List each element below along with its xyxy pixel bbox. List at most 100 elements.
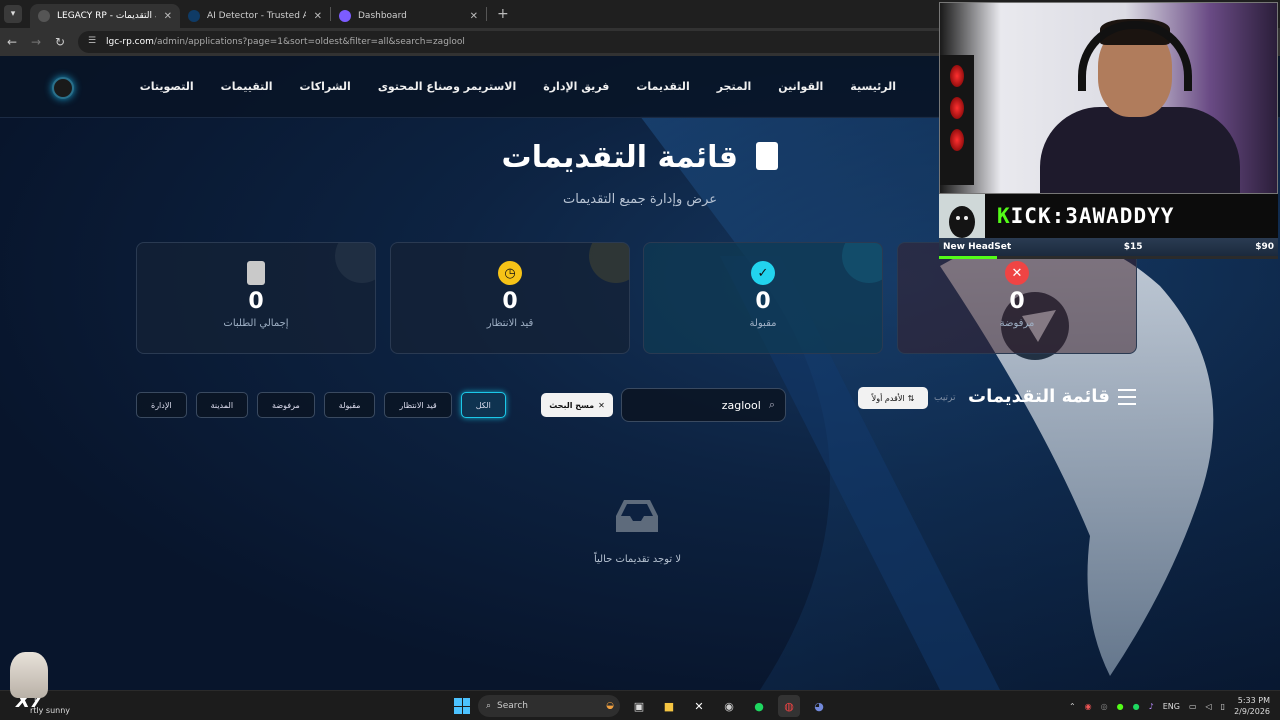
xbox-icon[interactable]: ✕ [688, 695, 710, 717]
taskbar-apps: ⌕ Search ◒ ▣ ■ ✕ ◉ ● ◍ ◕ [454, 695, 830, 717]
goal-progress-fill [939, 256, 997, 259]
search-value: zaglool [721, 398, 761, 412]
stat-value: 0 [502, 289, 518, 314]
search-icon: ⌕ [486, 701, 492, 711]
donation-goal: New HeadSet $15 $90 [939, 238, 1278, 256]
filter-buttons: الإدارة المدينة مرفوضة مقبولة قيد الانتظ… [136, 392, 506, 418]
filter-pending[interactable]: قيد الانتظار [384, 392, 452, 418]
x-icon: ✕ [1005, 261, 1029, 285]
site-info-icon[interactable]: ☰ [88, 36, 100, 48]
app-tray-icon[interactable]: ◎ [1101, 702, 1108, 711]
tab-ai-detector[interactable]: AI Detector - Trusted AI Checke ✕ [180, 4, 330, 28]
tab-legacy-rp[interactable]: LEGACY RP - قائمة التقديمات ✕ [30, 4, 180, 28]
list-title: قائمة التقديمات [968, 386, 1136, 407]
tab-close-icon[interactable]: ✕ [156, 11, 172, 22]
filter-city[interactable]: المدينة [195, 392, 249, 418]
discord-icon[interactable]: ◕ [808, 695, 830, 717]
nav-admin-team[interactable]: فريق الإدارة [543, 80, 609, 93]
tab-close-icon[interactable]: ✕ [306, 11, 322, 22]
mic-icon[interactable]: ♪ [1149, 702, 1154, 711]
windows-start-icon[interactable] [454, 698, 470, 714]
list-icon [1117, 388, 1136, 405]
stat-value: 0 [248, 289, 264, 314]
tab-title: LEGACY RP - قائمة التقديمات [57, 11, 156, 21]
nav-rules[interactable]: القوانين [778, 80, 823, 93]
streamer-body [1040, 107, 1240, 193]
nav-applications[interactable]: التقديمات [636, 80, 689, 93]
clock-date: 2/9/2026 [1234, 707, 1270, 716]
network-icon[interactable]: ▭ [1189, 702, 1197, 711]
site-logo[interactable] [52, 77, 74, 99]
app-tray-icon[interactable]: ◉ [1085, 702, 1092, 711]
clear-search-label: مسح البحث [549, 400, 595, 410]
volume-icon[interactable]: ◁ [1206, 702, 1212, 711]
spotify-icon[interactable]: ● [748, 695, 770, 717]
forward-icon[interactable]: → [24, 35, 48, 49]
nav-reviews[interactable]: التقييمات [221, 80, 273, 93]
filter-admin[interactable]: الإدارة [136, 392, 187, 418]
clear-search-button[interactable]: مسح البحث ✕ [541, 393, 613, 417]
file-explorer-icon[interactable]: ■ [658, 695, 680, 717]
sort-label: ترتيب [934, 393, 956, 403]
app-tray-icon[interactable]: ● [1117, 702, 1124, 711]
goal-progress-bar [939, 256, 1278, 259]
stat-label: مرفوضة [999, 318, 1035, 329]
check-icon: ✓ [751, 261, 775, 285]
sort-select[interactable]: الأقدم أولاً ⇅ [858, 387, 928, 409]
webcam-overlay [939, 2, 1278, 194]
tab-separator [486, 7, 487, 21]
tab-dashboard[interactable]: Dashboard ✕ [331, 4, 486, 28]
kick-channel-name: KICK:3AWADDYY [997, 204, 1174, 228]
goal-target: $90 [1255, 242, 1274, 252]
clock[interactable]: 5:33 PM 2/9/2026 [1234, 695, 1270, 717]
nav-partners[interactable]: الشراكات [300, 80, 351, 93]
stat-label: مقبولة [749, 318, 777, 329]
search-input[interactable]: zaglool ⌕ [621, 388, 786, 422]
reload-icon[interactable]: ↻ [48, 35, 72, 49]
tab-title: AI Detector - Trusted AI Checke [207, 11, 306, 21]
goal-name: New HeadSet [943, 242, 1012, 252]
pizza-icon: ◒ [606, 701, 614, 711]
nav-home[interactable]: الرئيسية [850, 80, 896, 93]
url-path: /admin/applications?page=1&sort=oldest&f… [153, 37, 465, 47]
task-view-icon[interactable]: ▣ [628, 695, 650, 717]
tab-close-icon[interactable]: ✕ [462, 11, 478, 22]
spotify-tray-icon[interactable]: ● [1133, 702, 1140, 711]
stat-label: قيد الانتظار [486, 318, 534, 329]
filter-accepted[interactable]: مقبولة [323, 392, 376, 418]
filter-rejected[interactable]: مرفوضة [257, 392, 315, 418]
steam-icon[interactable]: ◉ [718, 695, 740, 717]
filter-all[interactable]: الكل [460, 392, 506, 418]
taskbar-search[interactable]: ⌕ Search ◒ [478, 695, 620, 717]
taskbar-search-label: Search [497, 701, 528, 711]
system-tray: ⌃ ◉ ◎ ● ● ♪ ENG ▭ ◁ ▯ 5:33 PM 2/9/2026 [1069, 695, 1270, 717]
stat-value: 0 [1009, 289, 1025, 314]
battery-icon[interactable]: ▯ [1221, 702, 1225, 711]
nav-streamers[interactable]: الاستريمر وصناع المحتوى [378, 80, 516, 93]
chrome-icon[interactable]: ◍ [778, 695, 800, 717]
chevron-up-icon[interactable]: ⌃ [1069, 702, 1076, 711]
document-icon [756, 142, 779, 170]
kick-avatar-image [939, 194, 985, 238]
nav-store[interactable]: المتجر [717, 80, 752, 93]
site-nav-links: الرئيسية القوانين المتجر التقديمات فريق … [140, 80, 896, 93]
ai-detector-favicon-icon [188, 10, 200, 22]
kick-banner: KICK:3AWADDYY [939, 194, 1278, 238]
windows-taskbar: °F rtly sunny X7 ⌕ Search ◒ ▣ ■ ✕ ◉ ● ◍ … [0, 690, 1280, 720]
document-icon [247, 261, 265, 285]
legacy-favicon-icon [38, 10, 50, 22]
pc-case-image [940, 55, 974, 185]
close-icon: ✕ [598, 400, 605, 410]
stat-card-accepted: ✓ 0 مقبولة [643, 242, 883, 354]
back-icon[interactable]: ← [0, 35, 24, 49]
goal-current: $15 [1123, 242, 1143, 252]
url-host: lgc-rp.com [106, 37, 154, 47]
tab-search-icon[interactable]: ▾ [4, 5, 22, 23]
address-bar[interactable]: ☰ lgc-rp.com /admin/applications?page=1&… [78, 31, 948, 53]
stat-value: 0 [755, 289, 771, 314]
language-indicator[interactable]: ENG [1163, 702, 1180, 711]
tab-title: Dashboard [358, 11, 407, 21]
nav-votes[interactable]: التصويتات [140, 80, 194, 93]
stat-card-pending: ◷ 0 قيد الانتظار [390, 242, 630, 354]
new-tab-icon[interactable]: + [497, 6, 509, 22]
